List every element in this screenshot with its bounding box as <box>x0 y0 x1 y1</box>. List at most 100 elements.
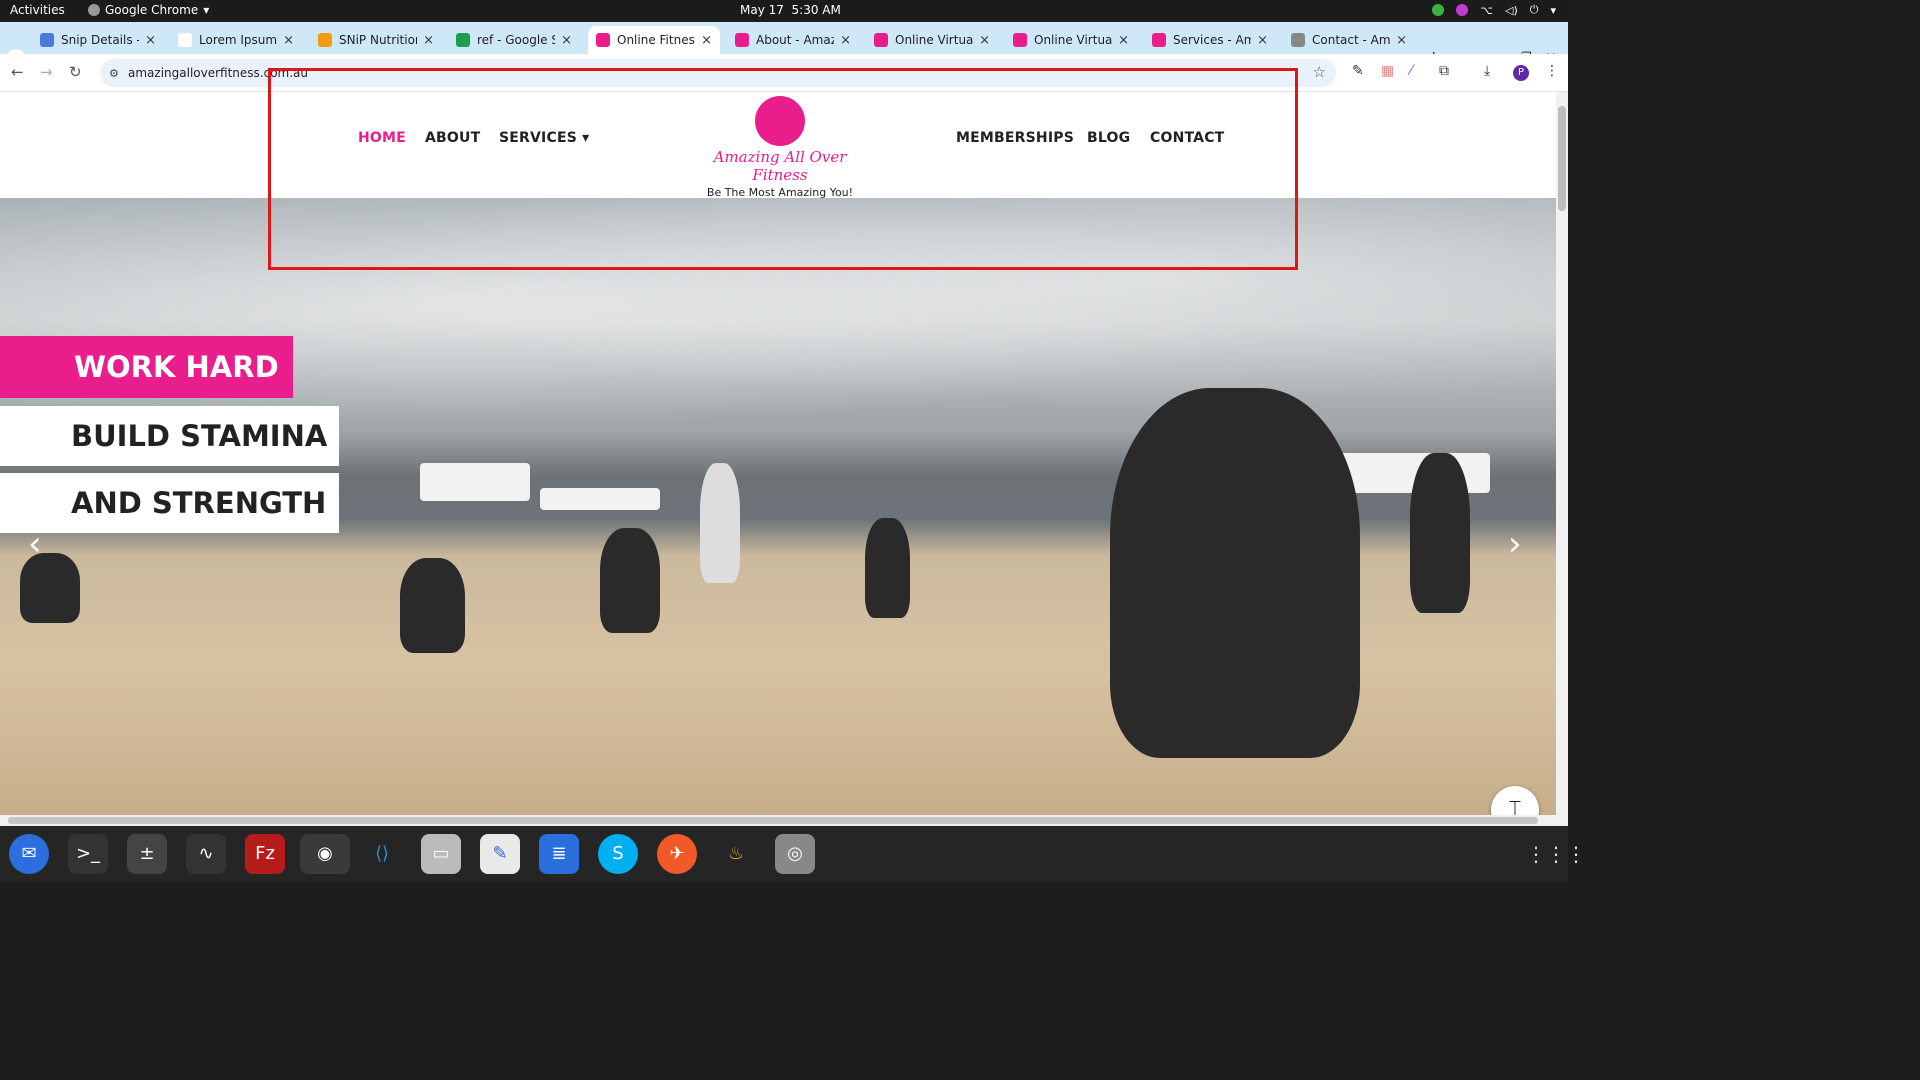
scroll-thumb[interactable] <box>1558 106 1566 211</box>
chevron-down-icon: ▾ <box>1550 3 1556 17</box>
clock-time: 5:30 AM <box>791 3 841 17</box>
system-monitor-icon[interactable]: ∿ <box>186 834 226 874</box>
person-image <box>600 528 660 633</box>
postman-icon[interactable]: ✈ <box>657 834 697 874</box>
tab-favicon-icon <box>1152 33 1166 47</box>
disk-utility-icon[interactable]: ◎ <box>775 834 815 874</box>
tab-title: Online Virtual <box>1034 33 1113 47</box>
chevron-down-icon: ▾ <box>203 3 210 17</box>
person-image <box>865 518 910 618</box>
browser-tab[interactable]: Online Virtual × <box>866 26 998 54</box>
app-name: Google Chrome <box>105 3 199 17</box>
taskbar-dock: ✉ >_ ± ∿ Fz ◉ ⟨⟩ ▭ ✎ ≣ S ✈ ♨ ◎ ⋮⋮⋮ <box>0 826 1586 882</box>
puzzle-icon[interactable]: ⧉ <box>1439 63 1449 79</box>
browser-tab[interactable]: Online Virtual × <box>1005 26 1137 54</box>
network-icon: ⌥ <box>1480 3 1493 17</box>
hero-slider: WORK HARD BUILD STAMINA AND STRENGTH ‹ ›… <box>0 198 1556 815</box>
close-tab-icon[interactable]: × <box>423 33 434 48</box>
profile-avatar[interactable]: P <box>1513 65 1529 81</box>
site-info-icon[interactable]: ⚙ <box>109 67 119 80</box>
pen-extension-icon[interactable]: ⁄ <box>1410 63 1412 79</box>
tab-favicon-icon <box>1291 33 1305 47</box>
slider-next-button[interactable]: › <box>1508 524 1522 564</box>
tab-title: Lorem Ipsum - <box>199 33 278 47</box>
flame-app-icon[interactable]: ♨ <box>716 834 756 874</box>
close-tab-icon[interactable]: × <box>840 33 851 48</box>
tab-favicon-icon <box>1013 33 1027 47</box>
power-icon: ⏻ <box>1529 3 1539 16</box>
person-image <box>1410 453 1470 613</box>
close-tab-icon[interactable]: × <box>1118 33 1129 48</box>
tab-title: ref - Google Sh <box>477 33 555 47</box>
back-button[interactable]: ← <box>11 63 24 81</box>
filezilla-icon[interactable]: Fz <box>245 834 285 874</box>
tab-title: Online Fitness <box>617 33 696 47</box>
browser-tab[interactable]: SNiP Nutrition × <box>310 26 442 54</box>
tab-favicon-icon <box>318 33 332 47</box>
tab-title: About - Amazi <box>756 33 835 47</box>
browser-tab[interactable]: ref - Google Sh × <box>448 26 580 54</box>
close-tab-icon[interactable]: × <box>561 33 572 48</box>
browser-tab[interactable]: Snip Details - C × <box>32 26 164 54</box>
tab-favicon-icon <box>456 33 470 47</box>
skype-icon[interactable]: S <box>598 834 638 874</box>
tab-title: Online Virtual <box>895 33 974 47</box>
person-image <box>700 463 740 583</box>
writer-icon[interactable]: ≣ <box>539 834 579 874</box>
tab-strip: ▾ Snip Details - C×Lorem Ipsum -×SNiP Nu… <box>0 22 1568 69</box>
shield-icon <box>1432 4 1445 16</box>
annotation-highlight-box <box>268 68 1298 270</box>
thunderbird-icon[interactable]: ✉ <box>9 834 49 874</box>
slogan-build-stamina: BUILD STAMINA <box>0 406 339 466</box>
activities-button[interactable]: Activities <box>10 3 65 17</box>
extension-icon[interactable]: ▦ <box>1381 63 1394 79</box>
browser-tab[interactable]: About - Amazi × <box>727 26 859 54</box>
system-top-bar: Activities Google Chrome ▾ May 17 5:30 A… <box>0 0 1568 22</box>
vertical-scrollbar[interactable] <box>1556 92 1568 815</box>
calculator-icon[interactable]: ± <box>127 834 167 874</box>
jumping-person-image <box>1110 388 1360 758</box>
files-icon[interactable]: ▭ <box>421 834 461 874</box>
horizontal-scrollbar[interactable] <box>0 815 1568 826</box>
browser-tab[interactable]: Online Fitness × <box>588 26 720 54</box>
text-editor-icon[interactable]: ✎ <box>480 834 520 874</box>
dumbbell-icon[interactable]: ⌶ <box>1491 786 1539 815</box>
app-menu[interactable]: Google Chrome ▾ <box>88 3 209 17</box>
kebab-menu-icon[interactable]: ⋮ <box>1545 63 1559 79</box>
app-indicator-icon <box>1456 4 1469 16</box>
tab-favicon-icon <box>874 33 888 47</box>
browser-tab[interactable]: Services - Ama × <box>1144 26 1276 54</box>
boat-image <box>420 463 530 501</box>
chrome-icon[interactable]: ◉ <box>300 834 350 874</box>
tab-title: Snip Details - C <box>61 33 139 47</box>
close-tab-icon[interactable]: × <box>145 33 156 48</box>
reload-button[interactable]: ↻ <box>69 63 82 81</box>
vscode-icon[interactable]: ⟨⟩ <box>362 834 402 874</box>
tab-title: SNiP Nutrition <box>339 33 418 47</box>
browser-tab[interactable]: Lorem Ipsum - × <box>170 26 302 54</box>
tab-favicon-icon <box>178 33 192 47</box>
system-tray[interactable]: ⌥ ◁) ⏻ ▾ <box>1432 3 1556 17</box>
download-icon[interactable]: ⤓ <box>1484 63 1490 79</box>
person-image <box>400 558 465 653</box>
volume-icon: ◁) <box>1505 3 1518 17</box>
tab-title: Services - Ama <box>1173 33 1252 47</box>
close-tab-icon[interactable]: × <box>1257 33 1268 48</box>
tab-favicon-icon <box>735 33 749 47</box>
tab-favicon-icon <box>40 33 54 47</box>
scroll-thumb[interactable] <box>8 817 1538 824</box>
tab-title: Contact - Ama <box>1312 33 1391 47</box>
close-tab-icon[interactable]: × <box>1396 33 1407 48</box>
forward-button[interactable]: → <box>40 63 53 81</box>
close-tab-icon[interactable]: × <box>979 33 990 48</box>
browser-tab[interactable]: Contact - Ama × <box>1283 26 1415 54</box>
show-apps-icon[interactable]: ⋮⋮⋮ <box>1526 842 1586 866</box>
eyedropper-icon[interactable]: ✎ <box>1352 63 1364 79</box>
bookmark-star-icon[interactable]: ☆ <box>1313 63 1326 81</box>
slider-prev-button[interactable]: ‹ <box>28 524 42 564</box>
clock-date: May 17 <box>740 3 784 17</box>
terminal-icon[interactable]: >_ <box>68 834 108 874</box>
close-tab-icon[interactable]: × <box>701 33 712 48</box>
close-tab-icon[interactable]: × <box>283 33 294 48</box>
clock[interactable]: May 17 5:30 AM <box>740 3 841 17</box>
